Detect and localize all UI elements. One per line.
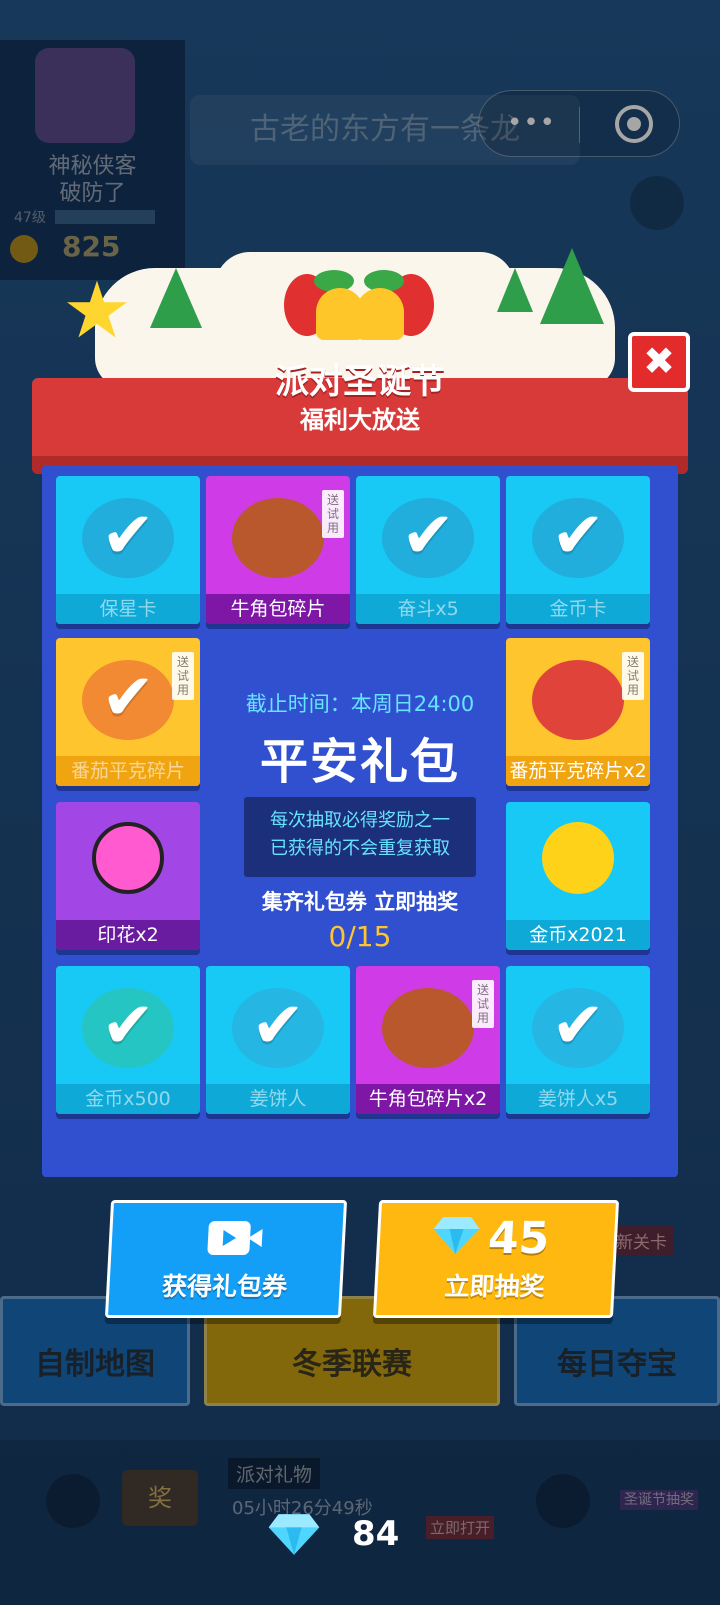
draw-now-button[interactable]: 45 立即抽奖	[372, 1200, 620, 1318]
checkmark-icon: ✔	[551, 989, 605, 1063]
prize-label: 金币x2021	[506, 920, 650, 950]
trial-badge: 送试用	[622, 652, 644, 700]
christmas-tree-icon	[150, 268, 202, 328]
gold-coin-icon	[542, 822, 614, 894]
get-voucher-label: 获得礼包券	[161, 1272, 288, 1301]
voucher-progress: 0/15	[328, 920, 392, 953]
diamond-icon	[268, 1514, 320, 1555]
checkmark-icon: ✔	[401, 499, 455, 573]
christmas-tree-icon	[540, 248, 604, 324]
video-camera-icon	[207, 1221, 251, 1255]
prize-cell[interactable]: ✔ 姜饼人	[206, 966, 350, 1114]
trial-badge: 送试用	[322, 490, 344, 538]
prize-label: 姜饼人	[206, 1084, 350, 1114]
prize-label: 牛角包碎片x2	[356, 1084, 500, 1114]
prize-cell[interactable]: 印花x2	[56, 802, 200, 950]
prize-cell[interactable]: ✔ 奋斗x5	[356, 476, 500, 624]
prize-label: 印花x2	[56, 920, 200, 950]
modal-title: 派对圣诞节	[275, 362, 445, 402]
checkmark-icon: ✔	[551, 499, 605, 573]
croissant-bull-icon	[382, 988, 474, 1068]
prize-label: 姜饼人x5	[506, 1084, 650, 1114]
package-title: 平安礼包	[259, 734, 460, 790]
prize-cell[interactable]: ✔ 金币卡	[506, 476, 650, 624]
prize-cell[interactable]: 送试用番茄平克碎片x2	[506, 638, 650, 786]
prize-cell[interactable]: 送试用牛角包碎片	[206, 476, 350, 624]
rule-line-1: 每次抽取必得奖励之一	[270, 810, 450, 831]
prize-label: 金币卡	[506, 594, 650, 624]
prize-art	[506, 802, 650, 920]
get-voucher-button[interactable]: 获得礼包券	[104, 1200, 348, 1318]
prize-cell[interactable]: 送试用 ✔ 番茄平克碎片	[56, 638, 200, 786]
trial-badge: 送试用	[172, 652, 194, 700]
modal-subtitle: 福利大放送	[300, 406, 420, 434]
tomato-pig-icon	[532, 660, 624, 740]
checkmark-icon: ✔	[251, 989, 305, 1063]
prize-cell[interactable]: 金币x2021	[506, 802, 650, 950]
prize-label: 牛角包碎片	[206, 594, 350, 624]
draw-now-label: 立即抽奖	[443, 1272, 546, 1301]
trial-badge: 送试用	[472, 980, 494, 1028]
prize-cell[interactable]: ✔ 金币x500	[56, 966, 200, 1114]
lotus-stamp-icon	[92, 822, 164, 894]
close-button[interactable]: ✖	[628, 332, 690, 392]
checkmark-icon: ✔	[101, 989, 155, 1063]
prize-cell[interactable]: ✔ 姜饼人x5	[506, 966, 650, 1114]
rules-box: 每次抽取必得奖励之一 已获得的不会重复获取	[244, 797, 476, 877]
prize-label: 番茄平克碎片	[56, 756, 200, 786]
prize-label: 保星卡	[56, 594, 200, 624]
diamond-icon	[433, 1217, 480, 1254]
prize-cell[interactable]: ✔ 保星卡	[56, 476, 200, 624]
prize-cell[interactable]: 送试用牛角包碎片x2	[356, 966, 500, 1114]
rule-line-2: 已获得的不会重复获取	[270, 838, 450, 859]
prize-art	[56, 802, 200, 920]
draw-cost: 45	[486, 1213, 551, 1264]
christmas-tree-icon	[497, 268, 533, 312]
star-icon: ★	[62, 266, 132, 356]
prize-label: 奋斗x5	[356, 594, 500, 624]
prize-label: 番茄平克碎片x2	[506, 756, 650, 786]
collect-hint: 集齐礼包券 立即抽奖	[261, 890, 459, 914]
croissant-bull-icon	[232, 498, 324, 578]
prize-label: 金币x500	[56, 1084, 200, 1114]
deadline-text: 截止时间：本周日24:00	[245, 692, 475, 716]
christmas-bells-icon	[284, 270, 434, 350]
checkmark-icon: ✔	[101, 499, 155, 573]
gem-count: 84	[352, 1514, 400, 1554]
checkmark-icon: ✔	[101, 661, 155, 735]
